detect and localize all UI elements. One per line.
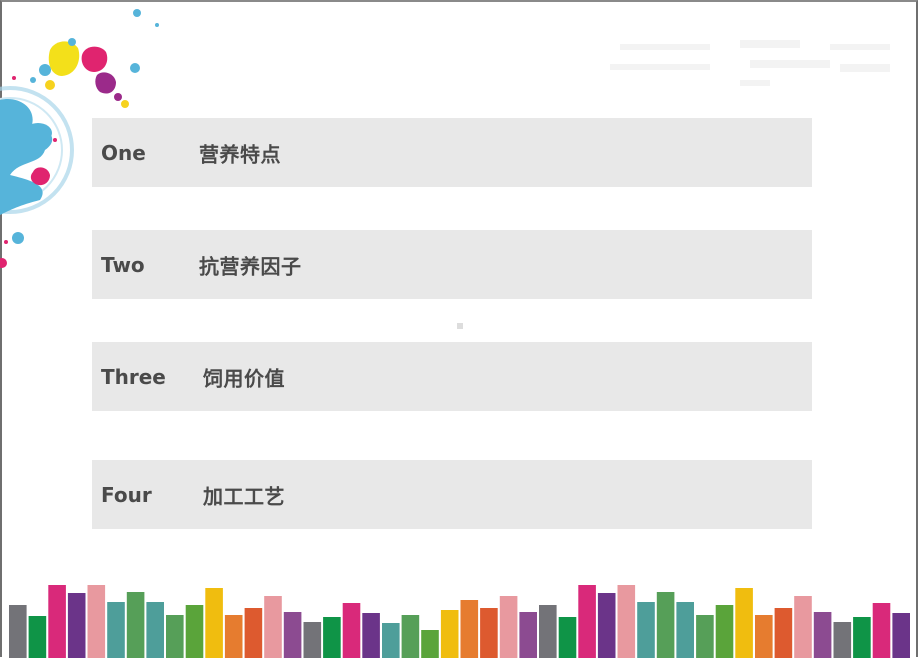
agenda-item-1[interactable]: One 营养特点 [92,118,812,187]
decor-bar [185,605,204,658]
decor-bar [224,615,243,658]
decor-bar [715,605,734,658]
decor-bar [126,592,145,658]
decor-bar [794,596,812,658]
decor-bar [735,588,753,658]
agenda-item-3[interactable]: Three 饲用价值 [92,342,812,411]
agenda-item-number: Three [101,364,166,389]
decor-bar [656,592,675,658]
decor-bar [617,585,636,658]
decor-bar [303,622,322,658]
decor-bar [146,602,164,658]
decor-bar [166,615,184,658]
decor-bar [205,588,223,658]
decor-bar [833,622,852,658]
decor-bar [696,615,714,658]
faint-watermark-decoration [610,40,890,86]
agenda-item-title: 饲用价值 [203,366,285,390]
color-bars-decoration [9,585,910,658]
agenda-item-title: 营养特点 [199,142,281,166]
decor-bar [67,593,86,658]
decor-bar [244,608,263,658]
decor-bar [872,603,891,658]
decor-bar [597,593,616,658]
decor-bar [460,600,479,658]
decor-bar [892,613,910,658]
decor-bar [323,617,341,658]
decor-bar [637,602,655,658]
agenda-item-4[interactable]: Four 加工工艺 [92,460,812,529]
decor-bar [382,623,400,658]
decor-bar [558,617,577,658]
decor-bar [480,608,498,658]
agenda-item-title: 加工工艺 [203,484,285,508]
agenda-item-number: Two [101,252,145,277]
decor-bar [9,605,27,658]
decor-bar [48,585,66,658]
decor-bar [578,585,596,658]
decor-bar [342,603,361,658]
decor-bar [813,612,832,658]
decor-bar [283,612,302,658]
decor-bar [499,596,518,658]
decor-bar [421,630,439,658]
agenda-item-title: 抗营养因子 [199,254,302,278]
decor-bar [107,602,125,658]
decor-bar [87,585,106,658]
center-marker [457,323,463,329]
decor-bar [440,610,459,658]
agenda-item-2[interactable]: Two 抗营养因子 [92,230,812,299]
decor-bar [519,612,537,658]
decor-bar [264,596,282,658]
decor-bar [774,608,793,658]
agenda-item-number: Four [101,482,152,507]
agenda-item-number: One [101,140,146,165]
decor-bar [401,615,420,658]
decor-bar [362,613,380,658]
decor-bar [676,602,694,658]
decor-bar [755,615,773,658]
decor-bar [853,617,871,658]
decor-bar [28,616,47,658]
decor-bar [539,605,557,658]
